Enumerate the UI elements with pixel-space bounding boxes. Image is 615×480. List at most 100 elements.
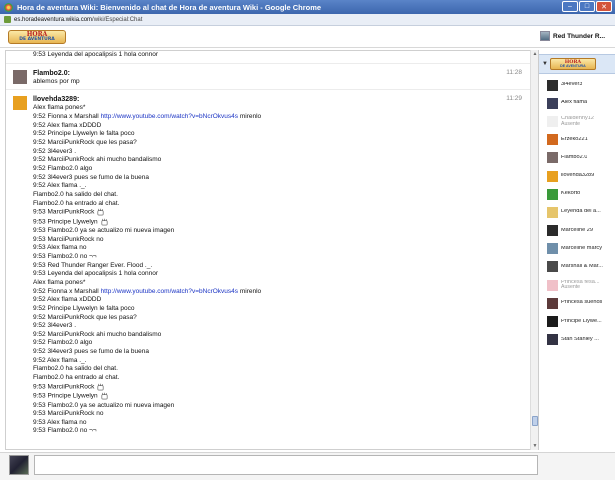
- message-timestamp: 11:29: [506, 95, 522, 103]
- message-line: 9:52 Alex flama xDDDD: [33, 122, 502, 131]
- url-text[interactable]: es.horadeaventura.wikia.com/wiki/Especia…: [14, 17, 142, 23]
- user-list: 3l4ever3 Alex flama Chaldenny12 Ausente Erze…: [547, 76, 614, 349]
- message-text: Flambo2.0 ha entrado al chat.: [33, 374, 120, 382]
- user-avatar: [547, 170, 558, 182]
- user-name: 3l4ever3: [561, 82, 583, 88]
- message-text: 9:53 Flambo2.0 no ¬¬: [33, 427, 97, 435]
- message-line: 9:53 MarciiPunkRock no: [33, 410, 502, 419]
- message-line: 9:52 Flambo2.0 algo: [33, 339, 502, 348]
- user-list-item[interactable]: Marceline 29: [547, 222, 614, 240]
- hand-emoticon-icon: [97, 383, 104, 391]
- user-text: llovehda3289: [561, 173, 594, 179]
- user-list-item[interactable]: Marceline marcy: [547, 240, 614, 258]
- room-header[interactable]: ▼ HORA DE AVENTURA: [539, 54, 615, 74]
- message-line: 9:52 Fionna x Marshall http://www.youtub…: [33, 113, 502, 122]
- message-text: 9:53 Principe Llywelyn: [33, 218, 98, 226]
- chat-log[interactable]: 9:53 Leyenda del apocalipsis 1 hola conn…: [5, 50, 531, 450]
- user-list-item[interactable]: Marshall & Mar...: [547, 258, 614, 276]
- user-avatar: [547, 115, 558, 127]
- user-list-item[interactable]: Alex flama: [547, 94, 614, 112]
- wikia-favicon-icon: [4, 16, 11, 23]
- chat-message: Flambo2.0: 11:28 ablemos por mp: [6, 67, 530, 87]
- youtube-link[interactable]: http://www.youtube.com/watch?v=bNcrOkvus…: [101, 288, 238, 295]
- user-name: Kekorto: [561, 191, 581, 197]
- message-text: ablemos por mp: [33, 77, 80, 85]
- user-avatar: [547, 97, 558, 109]
- user-list-item[interactable]: 3l4ever3: [547, 76, 614, 94]
- message-line: 9:52 Flambo2.0 algo: [33, 165, 502, 174]
- message-line: 9:52 Principe Llywelyn le falta poco: [33, 305, 502, 314]
- maximize-button[interactable]: □: [579, 1, 595, 12]
- close-button[interactable]: ✕: [596, 1, 612, 12]
- chat-header: HORA DE AVENTURA Red Thunder R...: [0, 26, 615, 48]
- youtube-link[interactable]: http://www.youtube.com/watch?v=bNcrOkvus…: [101, 113, 238, 120]
- message-text: 9:52 Alex flama ._.: [33, 356, 87, 364]
- my-avatar: [9, 455, 29, 475]
- user-text: Principe Llywe...: [561, 319, 602, 325]
- message-line: 9:53 Leyenda del apocalipsis 1 hola conn…: [33, 270, 502, 279]
- collapse-triangle-icon[interactable]: ▼: [542, 61, 548, 67]
- message-line: ablemos por mp: [33, 78, 502, 87]
- message-line: 9:52 3l4ever3 .: [33, 148, 502, 157]
- current-user-avatar: [540, 31, 550, 41]
- message-text: Alex flama pones*: [33, 104, 86, 112]
- user-list-item[interactable]: Principe Llywe...: [547, 312, 614, 330]
- user-text: Princesa fesa... Ausente: [561, 280, 600, 291]
- message-text: 9:53 MarciiPunkRock: [33, 208, 95, 216]
- message-avatar[interactable]: [13, 69, 27, 84]
- hand-emoticon-icon: [97, 208, 104, 216]
- logo-line2: DE AVENTURA: [19, 36, 55, 42]
- message-username[interactable]: llovehda3289:: [33, 93, 502, 104]
- message-text: 9:53 MarciiPunkRock no: [33, 235, 104, 243]
- user-name: Erzeko221: [561, 136, 588, 142]
- message-line: Flambo2.0 ha salido del chat.: [33, 365, 502, 374]
- minimize-button[interactable]: –: [562, 1, 578, 12]
- user-text: Kekorto: [561, 191, 580, 197]
- message-line: 9:52 Principe Llywelyn le falta poco: [33, 130, 502, 139]
- message-text: 9:53 Alex flama no: [33, 244, 87, 252]
- message-text: 9:52 3l4ever3 pues se fumo de la buena: [33, 173, 150, 181]
- user-list-item[interactable]: Flambo2.0: [547, 149, 614, 167]
- user-list-item[interactable]: Princesa sueños: [547, 294, 614, 312]
- user-avatar: [547, 225, 558, 237]
- user-text: Chaldenny12 Ausente: [561, 116, 594, 127]
- hand-emoticon-icon: [101, 218, 108, 225]
- address-bar[interactable]: es.horadeaventura.wikia.com/wiki/Especia…: [0, 14, 615, 26]
- chat-scrollbar[interactable]: ▲ ▼: [530, 50, 538, 450]
- user-list-item[interactable]: Erzeko221: [547, 131, 614, 149]
- wiki-logo[interactable]: HORA DE AVENTURA: [8, 30, 66, 44]
- user-text: 3l4ever3: [561, 82, 582, 88]
- message-line: 9:52 3l4ever3 pues se fumo de la buena: [33, 174, 502, 183]
- message-avatar[interactable]: [13, 96, 27, 111]
- message-line: 9:53 Flambo2.0 no ¬¬: [33, 427, 502, 436]
- room-logo-line2: DE AVENTURA: [560, 63, 586, 68]
- message-line: 9:53 Principe Llywelyn: [33, 392, 502, 401]
- message-text: 9:52 3l4ever3 .: [33, 147, 77, 155]
- message-line: 9:52 MarciiPunkRock que les pasa?: [33, 314, 502, 323]
- chat-message: llovehda3289: 11:29 Alex flama pones* 9:52 …: [6, 93, 530, 436]
- user-list-item[interactable]: Leyenda del a...: [547, 203, 614, 221]
- user-list-item[interactable]: Kekorto: [547, 185, 614, 203]
- current-user[interactable]: Red Thunder R...: [540, 31, 605, 41]
- chat-message: 9:53 Leyenda del apocalipsis 1 hola conn…: [6, 51, 530, 60]
- message-text: 9:52 Fionna x Marshall: [33, 287, 101, 295]
- message-text: Alex flama pones*: [33, 278, 86, 286]
- user-text: Stan Stanley ...: [561, 337, 599, 343]
- message-text: 9:52 Alex flama xDDDD: [33, 121, 102, 129]
- user-status: Ausente: [561, 120, 581, 127]
- user-list-item[interactable]: llovehda3289: [547, 167, 614, 185]
- user-list-item[interactable]: Princesa fesa... Ausente: [547, 276, 614, 294]
- user-name: Princesa sueños: [561, 300, 603, 306]
- message-input[interactable]: [34, 455, 538, 475]
- message-line: 9:52 MarciiPunkRock que les pasa?: [33, 139, 502, 148]
- url-path: /wiki/Especial:Chat: [92, 16, 143, 23]
- user-list-item[interactable]: Stan Stanley ...: [547, 331, 614, 349]
- message-username[interactable]: Flambo2.0:: [33, 67, 502, 78]
- message-line: 9:53 MarciiPunkRock: [33, 383, 502, 392]
- user-list-item[interactable]: Chaldenny12 Ausente: [547, 112, 614, 130]
- message-text: Flambo2.0 ha salido del chat.: [33, 365, 118, 373]
- message-text: 9:53 MarciiPunkRock no: [33, 410, 104, 418]
- message-line: 9:53 Flambo2.0 ya se actualizo mi nueva …: [33, 227, 502, 236]
- user-text: Erzeko221: [561, 137, 588, 143]
- message-line: 9:52 MarciiPunkRock ahi mucho bandalismo: [33, 156, 502, 165]
